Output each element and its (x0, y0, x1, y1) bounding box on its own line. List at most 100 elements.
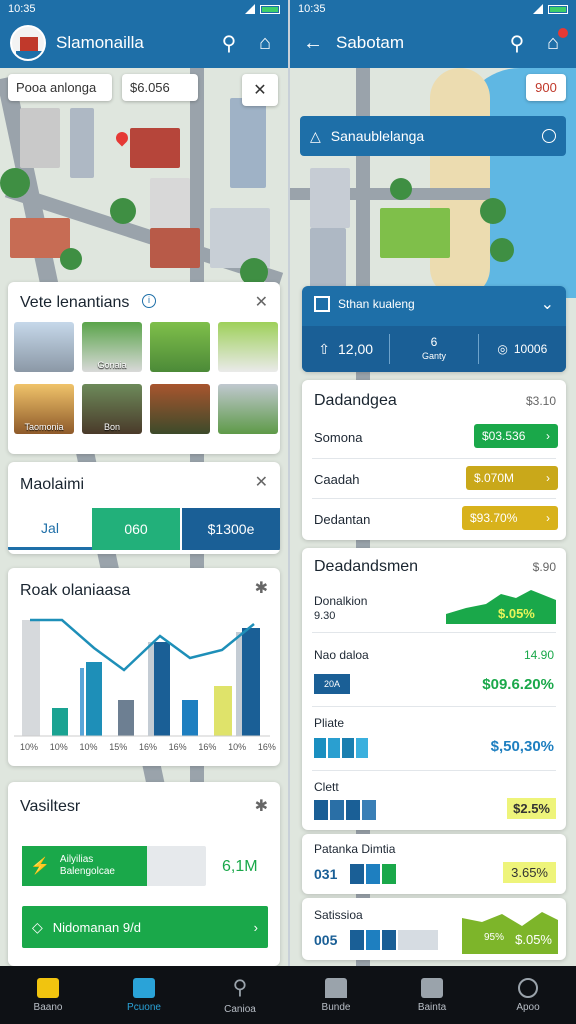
banner-title: Sanaublelanga (330, 128, 425, 144)
chart-tick-labels: 10% 10% 10% 15% 16% 16% 16% 10% 16% (20, 742, 276, 752)
segment-card-title: Maolaimi (20, 476, 85, 493)
place-thumb[interactable] (150, 322, 210, 372)
segment-tab[interactable]: Jal (8, 508, 92, 550)
map-tree (490, 238, 514, 262)
place-thumb[interactable] (218, 384, 278, 434)
close-icon[interactable]: ✱ (255, 796, 268, 816)
map-building (70, 108, 94, 178)
value-pill[interactable]: $93.70% › (462, 506, 558, 530)
signal-icon (533, 4, 543, 14)
stats-card: Sthan kualeng ⌄ ⇧ 12,00 6 Ganty ◎ 10006 (302, 286, 566, 372)
primary-action-button[interactable]: ◇ Nidomanan 9/d › (22, 906, 268, 948)
stats-title: Sthan kualeng (338, 297, 415, 311)
close-icon[interactable]: ✱ (255, 578, 268, 598)
segment-card: Maolaimi ✕ Jal 060 $1300e (8, 462, 280, 554)
button-label: Nidomanan 9/d (52, 919, 141, 935)
radio-icon[interactable] (542, 129, 556, 143)
detail-row-chip: 20A (314, 674, 350, 694)
close-icon[interactable]: ✕ (242, 74, 278, 106)
segment-tab[interactable]: $1300e (182, 508, 280, 550)
book-icon (421, 977, 443, 998)
home-icon[interactable]: ⌂ (540, 28, 568, 56)
circle-icon (518, 977, 538, 998)
home-icon[interactable]: ⌂ (252, 30, 278, 56)
nav-label: Baano (33, 1001, 63, 1013)
price-chip[interactable]: $6.056 (122, 74, 198, 101)
nav-search[interactable]: ⚲ Canioa (192, 966, 288, 1024)
place-thumb[interactable] (218, 322, 278, 372)
tick-label: 10% (49, 742, 68, 752)
chart-bar (52, 708, 68, 736)
summary-card[interactable]: Satissioa 005 95% $.05% (302, 898, 566, 960)
chart-card-title: Roak olaniaasa (20, 582, 131, 599)
place-thumb[interactable] (150, 384, 210, 434)
tick-label: 10% (79, 742, 98, 752)
summary-title: Satissioa (314, 908, 363, 922)
place-thumb[interactable]: Gonaia (82, 322, 142, 372)
mini-bar (350, 864, 396, 884)
place-thumb[interactable]: Bon (82, 384, 142, 434)
top-price-chip[interactable]: 900 (526, 74, 566, 101)
detail-row-label: Pliate (314, 716, 345, 730)
search-icon[interactable]: ⚲ (216, 30, 242, 56)
bottom-nav: Baano Pcuone ⚲ Canioa Bunde Bainta Apoo (0, 966, 576, 1024)
detail-row-label: Clett (314, 780, 339, 794)
place-thumb[interactable] (14, 322, 74, 372)
location-search-chip[interactable]: Pooa anlonga (8, 74, 112, 101)
segment-tab[interactable]: 060 (92, 508, 180, 550)
stats-header: Sthan kualeng (314, 296, 415, 312)
bag-icon (133, 977, 155, 998)
chevron-down-icon[interactable]: ⌄ (541, 294, 554, 314)
back-arrow-icon[interactable]: ← (300, 30, 326, 56)
chart-bar (148, 642, 154, 736)
map-tree (390, 178, 412, 200)
signal-icon (245, 4, 255, 14)
left-pane: 10:35 Slamonailla ⚲ ⌂ Pooa anlonga $6.05… (0, 0, 288, 966)
nav-home[interactable]: Baano (0, 966, 96, 1024)
bolt-icon: ⚡ (30, 858, 50, 875)
map-tree (110, 198, 136, 224)
map-tree (480, 198, 506, 224)
detail-row-value: $09.6.20% (482, 676, 554, 693)
chevron-right-icon: › (546, 429, 550, 443)
chart-line (30, 618, 255, 672)
detail-row-value: $.05% (498, 606, 535, 621)
chevron-right-icon: › (546, 511, 550, 525)
summary-card[interactable]: Patanka Dimtia 031 3.65% (302, 834, 566, 894)
value-pill[interactable]: $03.536 › (474, 424, 558, 448)
nav-book[interactable]: Bainta (384, 966, 480, 1024)
row-sub: Balengolcae (59, 866, 115, 877)
map-tree (0, 168, 30, 198)
search-icon[interactable]: ⚲ (504, 30, 530, 56)
area-sparkline (462, 912, 558, 954)
detail-card-corner: $.90 (532, 560, 556, 574)
location-banner[interactable]: △ Sanaublelanga (300, 116, 566, 156)
row-label: Ailyilias (59, 854, 94, 865)
map-building (230, 98, 266, 188)
app-title: Sabotam (336, 33, 405, 52)
battery-icon (260, 4, 280, 14)
detail-card-title: Deadandsmen (314, 558, 419, 575)
nav-label: Bunde (321, 1001, 351, 1013)
mountain-icon: △ (310, 127, 321, 144)
tick-label: 16% (138, 742, 157, 752)
nav-bundle[interactable]: Bunde (288, 966, 384, 1024)
info-icon[interactable]: i (142, 294, 156, 308)
tick-label: 16% (257, 742, 276, 752)
close-icon[interactable]: ✕ (255, 472, 268, 492)
place-thumb[interactable]: Taomonia (14, 384, 74, 434)
close-icon[interactable]: ✕ (255, 292, 268, 312)
summary-value: $.05% (515, 932, 552, 947)
list-row-label: Caadah (314, 472, 360, 487)
app-logo[interactable] (10, 25, 46, 61)
chart-bar (80, 668, 84, 736)
detail-row-value: $,50,30% (490, 738, 554, 755)
chart-card: Roak olaniaasa ✱ 10% 10% 10% 15% 16% 16%… (8, 568, 280, 766)
tick-label: 15% (109, 742, 128, 752)
stats-row: ⇧ 12,00 6 Ganty ◎ 10006 (302, 326, 566, 372)
nav-places[interactable]: Pcuone (96, 966, 192, 1024)
right-pane: 10:35 ← Sabotam ⚲ ⌂ 900 △ Sanaublelanga … (290, 0, 576, 966)
value-pill[interactable]: $.070M › (466, 466, 558, 490)
nav-label: Pcuone (127, 1001, 161, 1013)
nav-apps[interactable]: Apoo (480, 966, 576, 1024)
